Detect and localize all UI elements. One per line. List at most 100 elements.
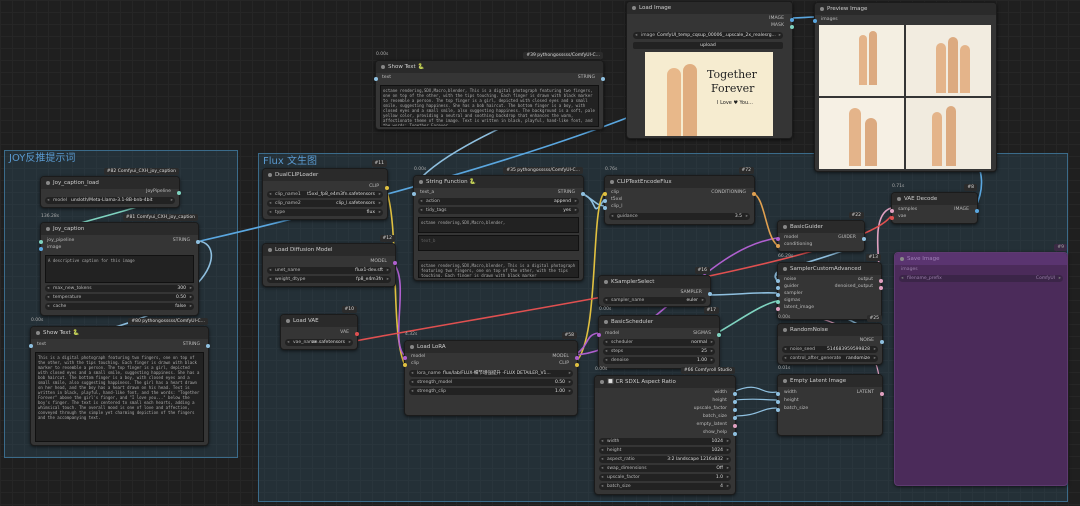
dual-clip-loader-node[interactable]: #11 DualCLIPLoader CLIP clip_name1t5xxl_… bbox=[262, 160, 389, 220]
string-function-node[interactable]: 0.00s #35 pythongosssss/ComfyUI-C... Str… bbox=[412, 167, 585, 281]
image-select[interactable]: image ComfyUI_temp_cqsup_00006_.upscale_… bbox=[633, 32, 783, 39]
strength-clip-field[interactable]: strength_clip1.00 bbox=[409, 388, 573, 395]
text-c-textarea[interactable]: text_b bbox=[418, 235, 579, 251]
output-noise-slot[interactable] bbox=[880, 340, 884, 344]
show-text-content[interactable]: This is a digital photograph featuring t… bbox=[35, 352, 204, 442]
output-output-slot[interactable] bbox=[879, 279, 883, 283]
action-select[interactable]: actionappend bbox=[418, 198, 579, 205]
weight-dtype-select[interactable]: weight_dtypefp8_e4m3fn bbox=[267, 276, 391, 283]
empty-latent-image-node[interactable]: 0.01s Empty Latent Image width height ba… bbox=[776, 366, 884, 436]
show-text-content[interactable]: octane rendering,SDX,Macro,blender, This… bbox=[380, 85, 599, 127]
joy-caption-node[interactable]: 136.28s #81 Comfyui_CXH_joy_caption Joy_… bbox=[39, 214, 200, 316]
type-select[interactable]: typeflux bbox=[267, 209, 383, 216]
basic-scheduler-node[interactable]: 0.00s #17 BasicScheduler model SIGMAS sc… bbox=[597, 307, 721, 369]
sdxl-aspect-ratio-node[interactable]: 0.00s #66 Comfyroll Studio 🔲 CR SDXL Asp… bbox=[594, 367, 737, 495]
output-model-slot[interactable] bbox=[575, 356, 579, 360]
output-clip-slot[interactable] bbox=[575, 363, 579, 367]
output-image-slot[interactable] bbox=[790, 18, 794, 22]
input-text-a-slot[interactable] bbox=[412, 192, 416, 196]
aspect-ratio-select[interactable]: aspect_ratio3:2 landscape 1216x832 bbox=[599, 456, 731, 463]
cache-toggle[interactable]: cachefalse bbox=[45, 303, 194, 310]
input-sampler-slot[interactable] bbox=[776, 293, 780, 297]
show-text-top-node[interactable]: 0.00s #39 pythongosssss/ComfyUI-C... Sho… bbox=[374, 52, 605, 130]
vae-name-select[interactable]: vae_nameae.safetensors bbox=[285, 339, 353, 346]
show-text-left-node[interactable]: 0.00s #80 pythongosssss/ComfyUI-C... Sho… bbox=[29, 318, 210, 446]
load-lora-node[interactable]: 4.32s #58 Load LoRA model clip MODEL CLI… bbox=[403, 332, 579, 416]
steps-field[interactable]: steps25 bbox=[603, 348, 715, 355]
vae-decode-node[interactable]: 0.71s #8 VAE Decode samples vae IMAGE bbox=[890, 184, 979, 224]
save-image-node[interactable]: #9 Save Image images filename_prefixComf… bbox=[894, 244, 1068, 486]
clip-text-encode-flux-node[interactable]: 0.76s #72 CLIPTextEncodeFlux clip t5xxl … bbox=[603, 167, 756, 225]
input-latent-slot[interactable] bbox=[776, 307, 780, 311]
output-mask-slot[interactable] bbox=[790, 25, 794, 29]
load-image-node[interactable]: Load Image IMAGE MASK image ComfyUI_temp… bbox=[626, 1, 794, 139]
clip-name2-select[interactable]: clip_name2clip_l.safetensors bbox=[267, 200, 383, 207]
output-latent-slot[interactable] bbox=[880, 392, 884, 396]
input-images-slot[interactable] bbox=[813, 19, 817, 23]
output-show-help-slot[interactable] bbox=[733, 432, 737, 436]
input-vae-slot[interactable] bbox=[890, 216, 894, 220]
output-sampler-slot[interactable] bbox=[708, 292, 712, 296]
input-clip-l-slot[interactable] bbox=[603, 206, 607, 210]
output-sigmas-slot[interactable] bbox=[717, 333, 721, 337]
upscale-factor-field[interactable]: upscale_factor1.0 bbox=[599, 474, 731, 481]
output-width-slot[interactable] bbox=[733, 392, 737, 396]
output-vae-slot[interactable] bbox=[355, 332, 359, 336]
height-field[interactable]: height1024 bbox=[599, 447, 731, 454]
width-field[interactable]: width1024 bbox=[599, 438, 731, 445]
basic-guider-node[interactable]: #22 BasicGuider model conditioning GUIDE… bbox=[776, 212, 866, 252]
control-after-generate-select[interactable]: control_after_generaterandomize bbox=[782, 355, 878, 362]
output-string-slot[interactable] bbox=[196, 240, 200, 244]
input-batch-slot[interactable] bbox=[776, 408, 780, 412]
result-textarea[interactable]: octane rendering,SDX,Macro,blender, This… bbox=[418, 260, 579, 278]
load-diffusion-model-node[interactable]: #12 Load Diffusion Model MODEL unet_name… bbox=[262, 235, 397, 287]
load-vae-node[interactable]: #10 Load VAE VAE vae_nameae.safetensors bbox=[280, 306, 359, 350]
input-model-slot[interactable] bbox=[403, 356, 407, 360]
random-noise-node[interactable]: 0.00s #25 RandomNoise NOISE noise_seed51… bbox=[777, 315, 884, 365]
input-pipeline-slot[interactable] bbox=[39, 240, 43, 244]
input-guider-slot[interactable] bbox=[776, 286, 780, 290]
batch-size-field[interactable]: batch_size4 bbox=[599, 483, 731, 490]
strength-model-field[interactable]: strength_model0.50 bbox=[409, 379, 573, 386]
output-batch-slot[interactable] bbox=[733, 416, 737, 420]
output-clip-slot[interactable] bbox=[385, 186, 389, 190]
lora-name-select[interactable]: lora_nameflux/lab/FLUX-细节增强提升 -FLUX DETA… bbox=[409, 370, 573, 377]
text-b-textarea[interactable]: octane rendering,SDX,Macro,blender, bbox=[418, 217, 579, 233]
denoise-field[interactable]: denoise1.00 bbox=[603, 357, 715, 364]
output-string-slot[interactable] bbox=[206, 344, 210, 348]
input-clip-slot[interactable] bbox=[603, 192, 607, 196]
tidy-tags-select[interactable]: tidy_tagsyes bbox=[418, 207, 579, 214]
scheduler-select[interactable]: schedulernormal bbox=[603, 339, 715, 346]
upload-button[interactable]: upload bbox=[633, 42, 783, 49]
input-text-slot[interactable] bbox=[374, 77, 378, 81]
output-image-slot[interactable] bbox=[975, 209, 979, 213]
output-denoised-slot[interactable] bbox=[879, 286, 883, 290]
preview-image-node[interactable]: Preview Image images bbox=[813, 2, 997, 172]
guidance-field[interactable]: guidance3.5 bbox=[609, 213, 750, 220]
model-select[interactable]: model unsloth/Meta-Llama-3.1-8B-bnb-4bit bbox=[45, 197, 175, 204]
output-string-slot[interactable] bbox=[581, 192, 585, 196]
output-model-slot[interactable] bbox=[393, 261, 397, 265]
input-image-slot[interactable] bbox=[39, 247, 43, 251]
unet-name-select[interactable]: unet_nameflux1-dev.sft bbox=[267, 267, 391, 274]
input-clip-slot[interactable] bbox=[403, 363, 407, 367]
output-pipeline-slot[interactable] bbox=[177, 191, 181, 195]
input-conditioning-slot[interactable] bbox=[776, 244, 780, 248]
temperature-field[interactable]: temperature0.50 bbox=[45, 294, 194, 301]
sampler-custom-advanced-node[interactable]: 66.29s #13 SamplerCustomAdvanced noise g… bbox=[776, 254, 883, 320]
prompt-textarea[interactable]: A descriptive caption for this image bbox=[45, 255, 194, 283]
output-height-slot[interactable] bbox=[733, 400, 737, 404]
max-new-tokens-field[interactable]: max_new_tokens300 bbox=[45, 285, 194, 292]
output-empty-latent-slot[interactable] bbox=[733, 424, 737, 428]
ksampler-select-node[interactable]: #16 KSamplerSelect SAMPLER sampler_namee… bbox=[598, 267, 712, 307]
output-string-slot[interactable] bbox=[601, 77, 605, 81]
input-noise-slot[interactable] bbox=[776, 279, 780, 283]
sampler-name-select[interactable]: sampler_nameeuler bbox=[603, 297, 706, 304]
input-width-slot[interactable] bbox=[776, 392, 780, 396]
clip-name1-select[interactable]: clip_name1t5xxl_fp8_e4m3fn.safetensors bbox=[267, 191, 383, 198]
output-guider-slot[interactable] bbox=[862, 237, 866, 241]
filename-prefix-field[interactable]: filename_prefixComfyUI bbox=[899, 275, 1063, 282]
input-text-slot[interactable] bbox=[29, 344, 33, 348]
noise-seed-field[interactable]: noise_seed514683959599828 bbox=[782, 346, 878, 353]
swap-dimensions-select[interactable]: swap_dimensionsOff bbox=[599, 465, 731, 472]
